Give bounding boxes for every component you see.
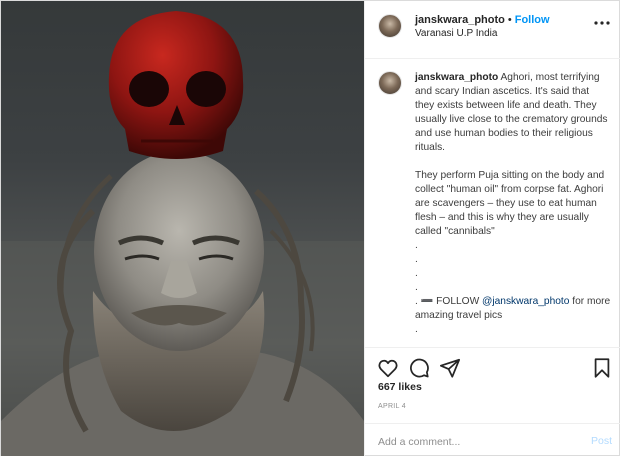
caption-dot-line: . — [415, 254, 418, 265]
caption-follow-line: . ➖ FOLLOW @janskwara_photo for more ama… — [415, 295, 611, 323]
author-line: janskwara_photo • Follow — [415, 14, 550, 26]
likes-count[interactable]: 667 likes — [378, 381, 422, 393]
more-options-icon[interactable] — [592, 14, 612, 32]
separator-dot: • — [507, 14, 512, 26]
post-date[interactable]: APRIL 4 — [378, 403, 406, 410]
instagram-post: janskwara_photo • Follow Varanasi U.P Indi… — [0, 0, 620, 456]
bookmark-icon[interactable] — [591, 357, 613, 379]
caption-paragraph-1-text: Aghori, most terrifying and scary Indian… — [415, 72, 608, 153]
caption-author-avatar[interactable] — [378, 71, 402, 95]
caption-dot-line: . — [415, 240, 418, 251]
caption-mention-link[interactable]: @janskwara_photo — [482, 296, 569, 307]
photo-illustration — [1, 11, 364, 456]
heart-icon[interactable] — [377, 357, 399, 379]
caption-text: janskwara_photo Aghori, most terrifying … — [415, 71, 611, 337]
follow-button[interactable]: Follow — [515, 14, 550, 26]
post-header: janskwara_photo • Follow Varanasi U.P Indi… — [365, 1, 620, 59]
caption-paragraph-2: They perform Puja sitting on the body an… — [415, 170, 605, 237]
caption-dot-line: . — [415, 268, 418, 279]
post-caption: janskwara_photo Aghori, most terrifying … — [378, 71, 610, 351]
post-photo[interactable] — [1, 1, 364, 456]
share-icon[interactable] — [439, 357, 461, 379]
post-comment-button[interactable]: Post — [591, 435, 612, 447]
caption-paragraph-1: janskwara_photo Aghori, most terrifying … — [415, 71, 611, 155]
comment-icon[interactable] — [408, 357, 430, 379]
caption-dot-line: . — [415, 282, 418, 293]
comment-bar: Post — [365, 423, 620, 456]
location-link[interactable]: Varanasi U.P India — [415, 28, 497, 39]
caption-dot-line: . — [415, 324, 418, 335]
comment-input[interactable] — [378, 433, 568, 451]
author-username[interactable]: janskwara_photo — [415, 14, 505, 26]
author-avatar[interactable] — [378, 14, 402, 38]
caption-follow-prefix: . ➖ FOLLOW — [415, 296, 483, 307]
caption-username[interactable]: janskwara_photo — [415, 72, 498, 83]
post-side-panel: janskwara_photo • Follow Varanasi U.P Indi… — [364, 1, 620, 456]
